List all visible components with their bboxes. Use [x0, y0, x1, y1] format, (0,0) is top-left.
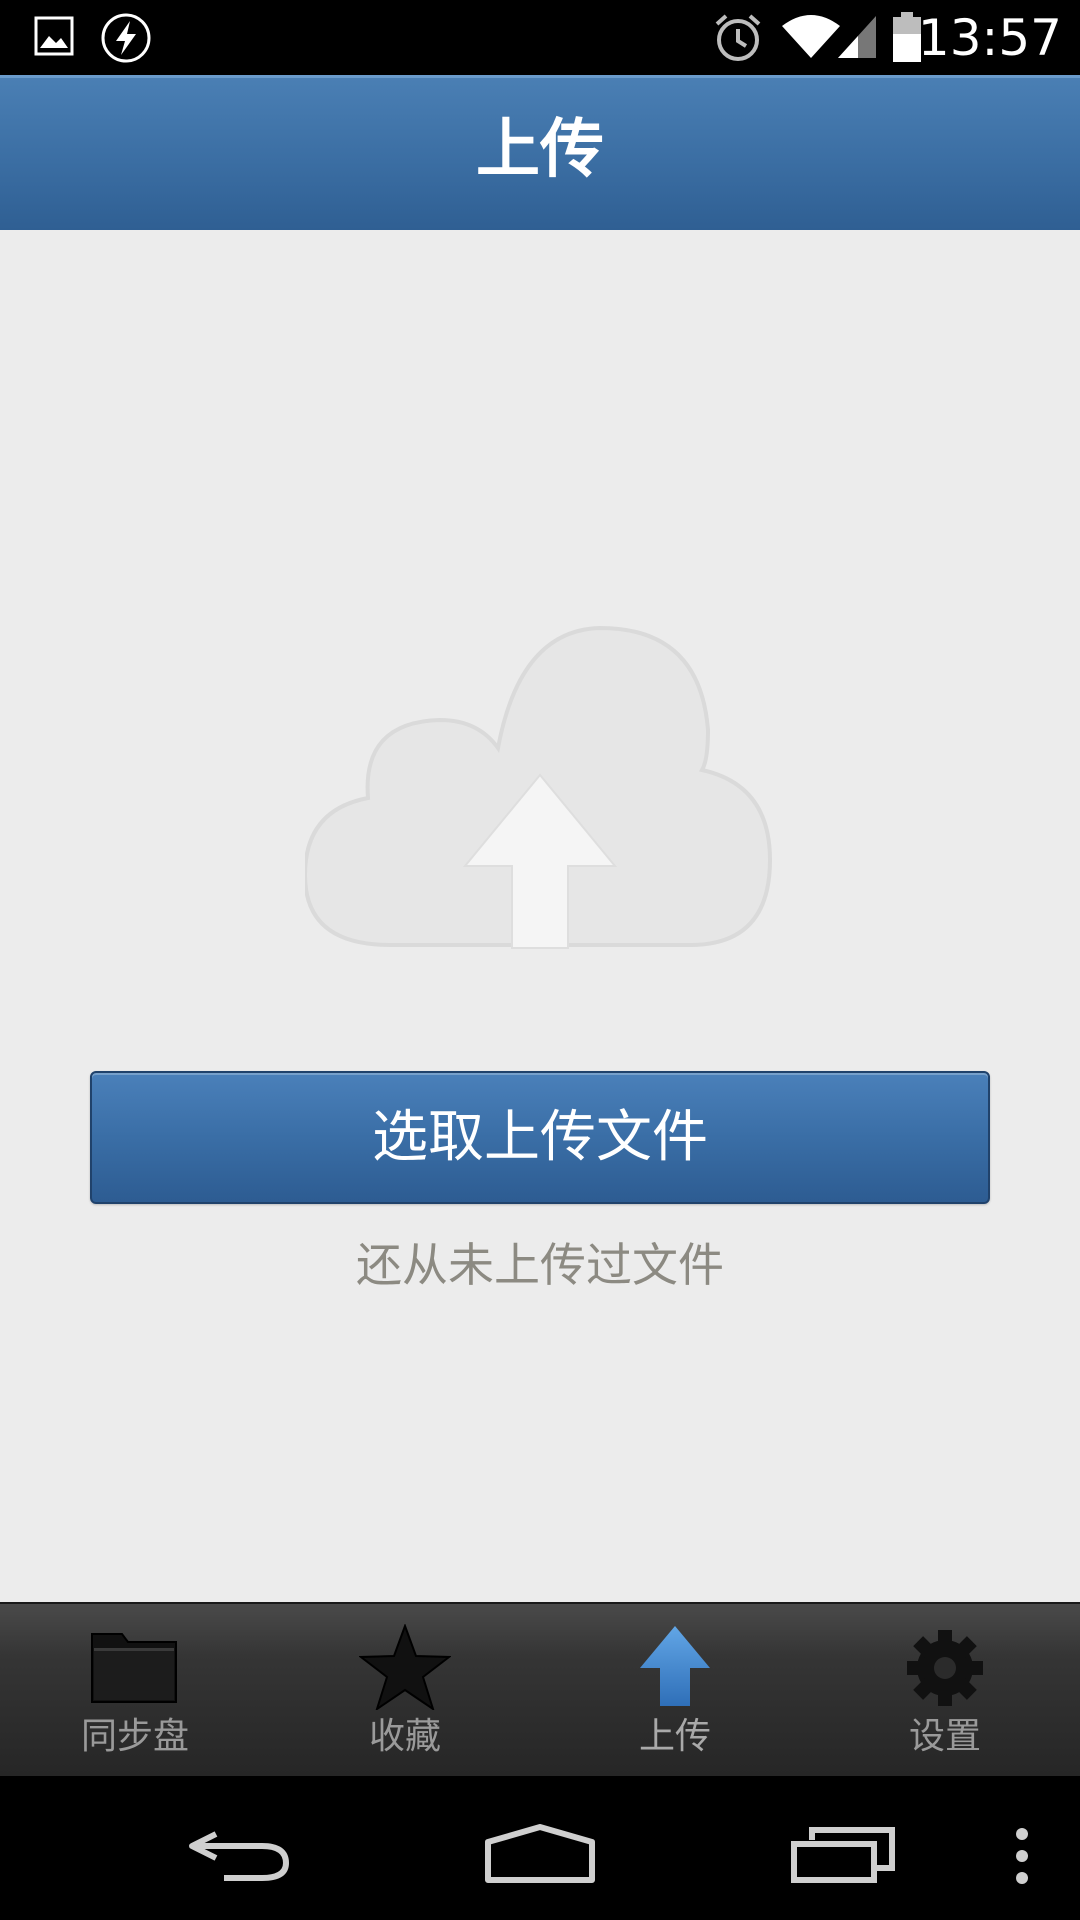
- empty-state-message: 还从未上传过文件: [356, 1238, 724, 1292]
- star-icon: [359, 1624, 451, 1710]
- recent-apps-icon[interactable]: [790, 1826, 896, 1884]
- tab-sync-disk[interactable]: 同步盘: [0, 1604, 270, 1776]
- tab-label: 上传: [638, 1716, 711, 1757]
- system-nav-bar: [0, 1776, 1080, 1920]
- signal-icon: [838, 16, 876, 58]
- tab-upload[interactable]: 上传: [540, 1604, 810, 1776]
- tab-label: 同步盘: [80, 1716, 189, 1757]
- tab-label: 收藏: [368, 1716, 441, 1757]
- image-notification-icon: [34, 16, 74, 56]
- tab-favorites[interactable]: 收藏: [270, 1604, 540, 1776]
- tab-label: 设置: [908, 1716, 981, 1757]
- screen: 13:57 上传 选取上传文件 还从未上传过文件 同步盘 收藏 上传 设置: [0, 0, 1080, 1920]
- gear-icon: [907, 1630, 983, 1706]
- upload-arrow-icon: [640, 1626, 710, 1706]
- home-icon[interactable]: [484, 1824, 596, 1884]
- content-area: 选取上传文件 还从未上传过文件: [0, 230, 1080, 1602]
- back-icon[interactable]: [186, 1826, 292, 1882]
- folder-icon: [91, 1633, 177, 1703]
- menu-icon[interactable]: [1012, 1826, 1032, 1886]
- title-bar: 上传: [0, 75, 1080, 230]
- page-title: 上传: [476, 113, 604, 187]
- flash-notification-icon: [101, 13, 151, 63]
- alarm-icon: [715, 14, 761, 61]
- wifi-icon: [782, 15, 840, 58]
- select-upload-file-button[interactable]: 选取上传文件: [90, 1071, 990, 1204]
- status-bar: 13:57: [0, 0, 1080, 75]
- tab-settings[interactable]: 设置: [810, 1604, 1080, 1776]
- clock: 13:57: [917, 9, 1062, 67]
- bottom-tab-bar: 同步盘 收藏 上传 设置: [0, 1602, 1080, 1776]
